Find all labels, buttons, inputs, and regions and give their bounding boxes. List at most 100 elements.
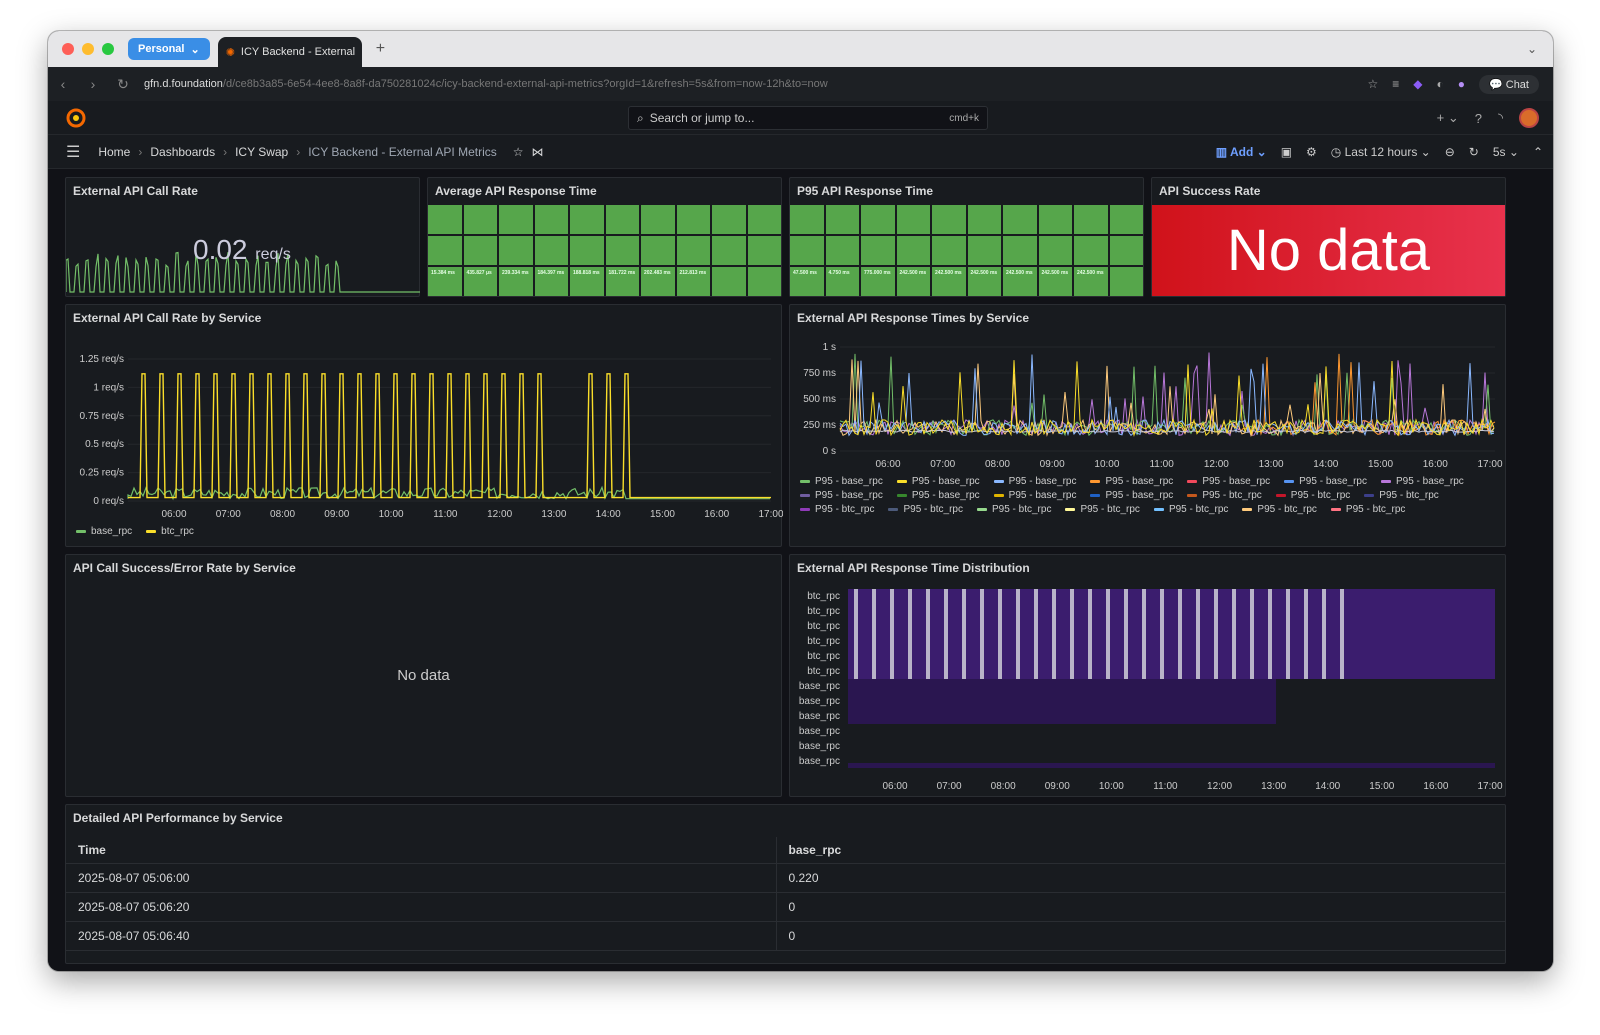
legend-item[interactable]: P95 - base_rpc xyxy=(993,490,1076,501)
back-arrow-icon[interactable]: ‹ xyxy=(48,76,78,92)
table-row[interactable]: 2025-08-07 05:06:20 0 xyxy=(66,892,1505,922)
legend-item[interactable]: P95 - btc_rpc xyxy=(1153,504,1228,515)
x-tick-label: 13:00 xyxy=(1261,781,1286,792)
panel-success-error[interactable]: API Call Success/Error Rate by Service N… xyxy=(65,554,782,797)
stat-cell-value: 202.483 ms xyxy=(644,270,671,276)
panel-response-times-by-service[interactable]: External API Response Times by Service 0… xyxy=(789,304,1506,547)
legend-item[interactable]: P95 - btc_rpc xyxy=(976,504,1051,515)
new-plus-icon[interactable]: + ⌄ xyxy=(1437,110,1459,126)
x-tick-label: 06:00 xyxy=(875,459,900,470)
stat-cell-value: 775.000 ms xyxy=(864,270,891,276)
add-button[interactable]: ▥ Add ⌄ xyxy=(1216,145,1267,159)
table-row[interactable]: 2025-08-07 05:06:40 0 xyxy=(66,921,1505,951)
panel-distribution[interactable]: External API Response Time Distribution … xyxy=(789,554,1506,797)
breadcrumb-separator-icon: › xyxy=(296,144,301,159)
breadcrumb-folder[interactable]: ICY Swap xyxy=(235,145,288,159)
star-icon[interactable]: ☆ xyxy=(513,145,524,159)
reload-icon[interactable]: ↻ xyxy=(108,76,138,93)
tab-list-chevron-icon[interactable]: ⌄ xyxy=(1527,42,1537,56)
bookmark-icon[interactable]: ☆ xyxy=(1367,77,1378,91)
panel-call-rate[interactable]: External API Call Rate 0.02 req/s xyxy=(65,177,420,297)
help-icon[interactable]: ? xyxy=(1475,111,1482,126)
x-tick-label: 17:00 xyxy=(1477,459,1502,470)
legend-item[interactable]: P95 - base_rpc xyxy=(1090,476,1173,487)
legend-swatch xyxy=(1187,494,1198,497)
legend-item[interactable]: P95 - btc_rpc xyxy=(1330,504,1405,515)
legend-swatch xyxy=(1187,480,1198,483)
legend-item[interactable]: P95 - base_rpc xyxy=(800,490,883,501)
legend-item[interactable]: P95 - btc_rpc xyxy=(1242,504,1317,515)
legend-item[interactable]: P95 - base_rpc xyxy=(896,476,980,487)
stat-cell xyxy=(676,236,710,265)
chat-button[interactable]: 💬 Chat xyxy=(1478,74,1539,94)
panel-rate-by-service[interactable]: External API Call Rate by Service 0 req/… xyxy=(65,304,783,547)
avatar[interactable] xyxy=(1519,108,1539,128)
stat-cell-value: 435.827 μs xyxy=(466,270,492,276)
cell-time: 2025-08-07 05:06:00 xyxy=(66,863,777,893)
refresh-interval-picker[interactable]: 5s ⌄ xyxy=(1493,145,1519,159)
save-icon[interactable]: ▣ xyxy=(1281,145,1292,159)
legend-item[interactable]: P95 - btc_rpc xyxy=(1065,504,1140,515)
legend-item[interactable]: base_rpc xyxy=(76,526,132,537)
legend-item[interactable]: P95 - base_rpc xyxy=(1187,476,1270,487)
legend-item[interactable]: P95 - base_rpc xyxy=(1380,476,1464,487)
row-label: btc_rpc xyxy=(807,666,840,677)
forward-arrow-icon[interactable]: › xyxy=(78,76,108,92)
breadcrumb-home[interactable]: Home xyxy=(98,145,130,159)
breadcrumb-separator-icon: › xyxy=(138,144,143,159)
legend-swatch xyxy=(800,494,810,497)
legend-item[interactable]: P95 - btc_rpc xyxy=(800,504,874,515)
sliders-icon[interactable]: ≡ xyxy=(1392,77,1399,91)
legend-item[interactable]: P95 - base_rpc xyxy=(1090,490,1173,501)
legend-item[interactable]: btc_rpc xyxy=(146,526,194,537)
x-tick-label: 10:00 xyxy=(1094,459,1119,470)
legend-label: P95 - btc_rpc xyxy=(1257,504,1317,515)
panel-detailed[interactable]: Detailed API Performance by Service Time… xyxy=(65,804,1506,964)
extension-shield-icon[interactable]: ◆ xyxy=(1413,77,1422,91)
minimize-window-button[interactable] xyxy=(82,43,94,55)
cell-base-rpc: 0.220 xyxy=(776,863,1505,893)
legend-swatch xyxy=(76,530,86,533)
extension-globe-icon[interactable]: ◐ xyxy=(1436,77,1443,91)
new-tab-icon[interactable]: + xyxy=(376,40,385,58)
share-icon[interactable]: ⋈ xyxy=(532,145,544,159)
legend-item[interactable]: P95 - base_rpc xyxy=(1284,476,1367,487)
legend-item[interactable]: P95 - base_rpc xyxy=(896,490,980,501)
breadcrumb-dashboards[interactable]: Dashboards xyxy=(150,145,215,159)
gear-icon[interactable]: ⚙ xyxy=(1306,145,1317,159)
profile-switcher[interactable]: Personal ⌄ xyxy=(128,38,210,60)
refresh-icon[interactable]: ↻ xyxy=(1469,145,1479,159)
hamburger-menu-icon[interactable]: ☰ xyxy=(66,142,80,162)
extension-puzzle-icon[interactable]: ● xyxy=(1458,77,1465,91)
stat-cell: 775.000 ms xyxy=(861,267,895,296)
stat-cell xyxy=(790,205,824,234)
legend-swatch xyxy=(976,508,987,511)
stat-cell xyxy=(1074,205,1108,234)
grafana-logo-icon[interactable] xyxy=(66,108,86,128)
legend-item[interactable]: P95 - btc_rpc xyxy=(1275,490,1350,501)
search-input[interactable]: ⌕ Search or jump to... cmd+k xyxy=(628,106,988,130)
column-header-base-rpc[interactable]: base_rpc xyxy=(776,837,1505,864)
panel-success-rate[interactable]: API Success Rate No data xyxy=(1151,177,1506,297)
panel-avg-response[interactable]: Average API Response Time 15.384 ms 435.8… xyxy=(427,177,782,297)
y-tick-label: 500 ms xyxy=(803,394,836,405)
url-field[interactable]: gfn.d.foundation/d/ce8b3a85-6e54-4ee8-8a… xyxy=(144,78,828,90)
legend-item[interactable]: P95 - btc_rpc xyxy=(888,504,963,515)
collapse-chevron-icon[interactable]: ⌃ xyxy=(1533,145,1543,159)
legend-item[interactable]: P95 - base_rpc xyxy=(800,476,883,487)
news-rss-icon[interactable]: ◝ xyxy=(1498,110,1503,126)
legend-item[interactable]: P95 - base_rpc xyxy=(993,476,1076,487)
table-row[interactable]: 2025-08-07 05:06:00 0.220 xyxy=(66,863,1505,893)
zoom-window-button[interactable] xyxy=(102,43,114,55)
heat-cell xyxy=(1250,589,1254,679)
cell-time: 2025-08-07 05:06:20 xyxy=(66,892,777,922)
legend-item[interactable]: P95 - btc_rpc xyxy=(1364,490,1439,501)
column-header-time[interactable]: Time xyxy=(66,837,777,864)
heat-cell xyxy=(1124,589,1128,679)
close-window-button[interactable] xyxy=(62,43,74,55)
browser-tab-active[interactable]: ✺ ICY Backend - External xyxy=(217,37,362,67)
zoom-out-icon[interactable]: ⊖ xyxy=(1445,145,1455,159)
legend-item[interactable]: P95 - btc_rpc xyxy=(1187,490,1262,501)
time-picker[interactable]: ◷ Last 12 hours ⌄ xyxy=(1331,145,1431,159)
panel-p95-response[interactable]: P95 API Response Time 47.500 ms 4.750 ms 7… xyxy=(789,177,1144,297)
